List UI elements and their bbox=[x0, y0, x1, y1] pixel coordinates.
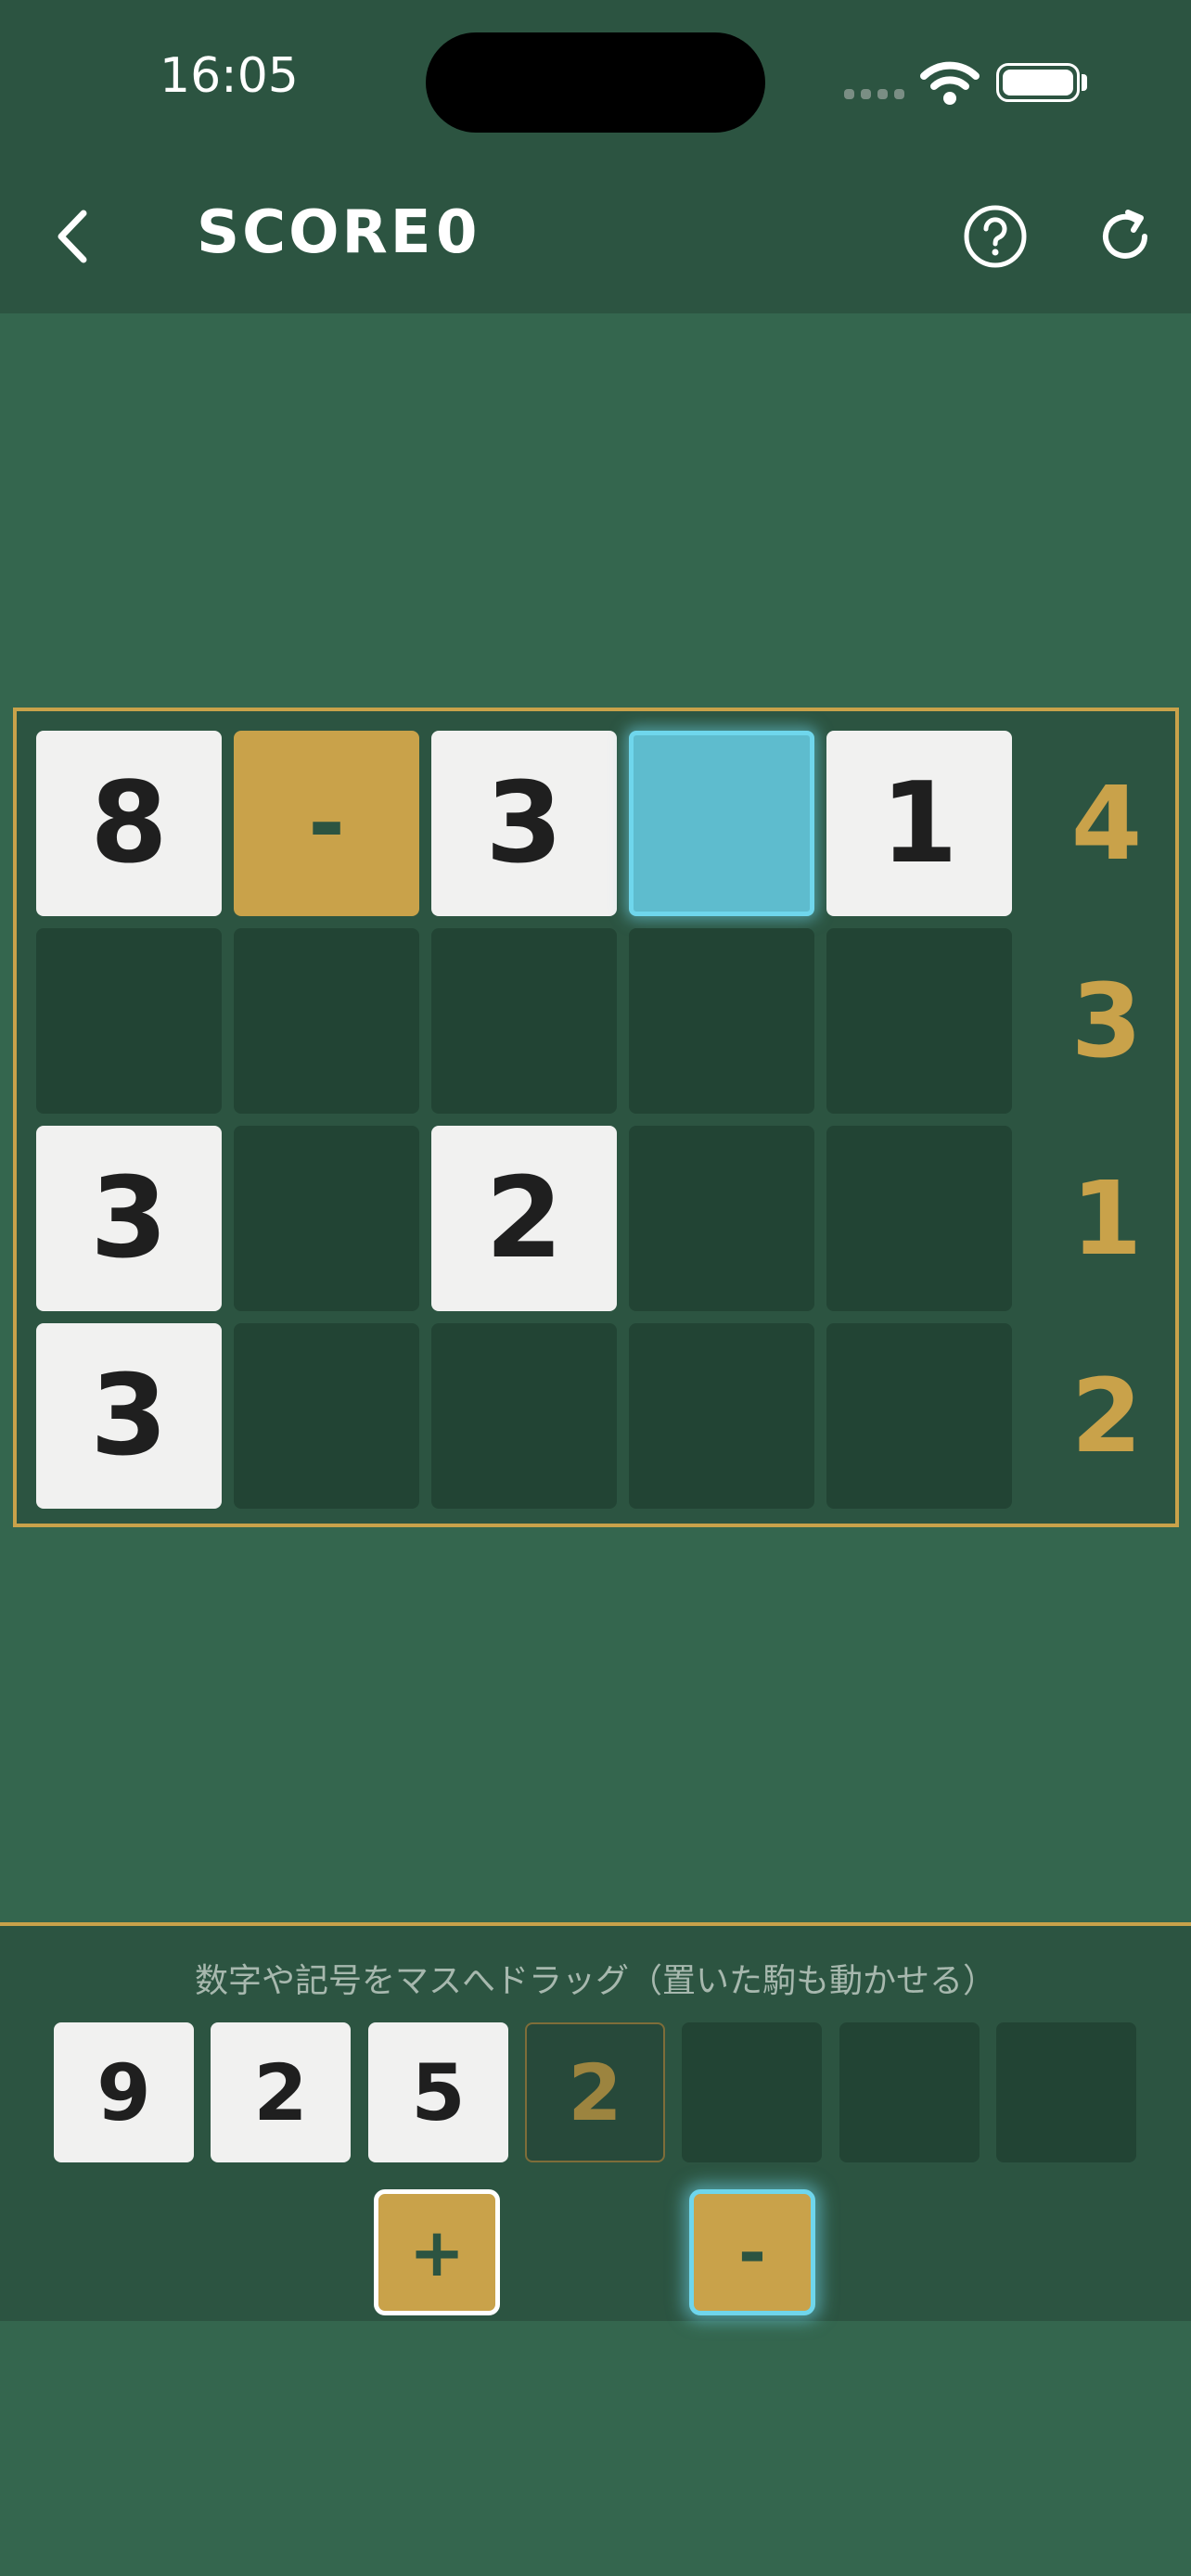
board-cell[interactable]: 2 bbox=[431, 1126, 617, 1311]
board-cell[interactable] bbox=[826, 1126, 1012, 1311]
drag-hint: 数字や記号をマスへドラッグ（置いた駒も動かせる） bbox=[194, 1962, 996, 2000]
board-cell[interactable] bbox=[234, 1323, 419, 1509]
row-target: 2 bbox=[1070, 1357, 1143, 1475]
board-cell[interactable] bbox=[629, 928, 814, 1114]
board-cell[interactable] bbox=[36, 928, 222, 1114]
back-button[interactable] bbox=[41, 204, 106, 269]
board-cell[interactable]: 1 bbox=[826, 731, 1012, 916]
minus-operator-tile[interactable]: - bbox=[689, 2189, 815, 2315]
row-target: 1 bbox=[1070, 1159, 1143, 1278]
board-cell[interactable]: 3 bbox=[36, 1323, 222, 1509]
battery-tip bbox=[1082, 74, 1087, 91]
status-time: 16:05 bbox=[160, 48, 299, 104]
board-cell[interactable]: 8 bbox=[36, 731, 222, 916]
status-bar: 16:05 bbox=[0, 0, 1191, 158]
row-target: 3 bbox=[1070, 962, 1143, 1080]
board-cell[interactable] bbox=[629, 1323, 814, 1509]
board-cell[interactable] bbox=[234, 1126, 419, 1311]
refresh-icon[interactable] bbox=[1091, 202, 1159, 271]
cellular-signal-icon bbox=[844, 89, 905, 100]
nav-bar: SCORE 0 bbox=[0, 158, 1191, 313]
board-cell[interactable] bbox=[431, 1323, 617, 1509]
number-tile[interactable]: 5 bbox=[368, 2022, 508, 2162]
game-board: 8 - 3 1 4 3 3 2 1 3 2 bbox=[13, 708, 1179, 1527]
tile-tray: 数字や記号をマスへドラッグ（置いた駒も動かせる） 9 2 5 2 + - bbox=[0, 1922, 1191, 2321]
board-cell-operator[interactable]: - bbox=[234, 731, 419, 916]
board-cell[interactable] bbox=[629, 1126, 814, 1311]
board-cell[interactable]: 3 bbox=[36, 1126, 222, 1311]
score-label: SCORE bbox=[197, 198, 434, 267]
battery-icon bbox=[996, 63, 1080, 102]
number-tile[interactable]: 2 bbox=[211, 2022, 351, 2162]
number-tile[interactable]: 9 bbox=[54, 2022, 194, 2162]
score-value: 0 bbox=[436, 198, 478, 267]
tile-slot-empty bbox=[682, 2022, 822, 2162]
tile-slot-empty bbox=[996, 2022, 1136, 2162]
row-target: 4 bbox=[1070, 764, 1143, 883]
dynamic-island bbox=[426, 32, 765, 133]
tile-slot-empty bbox=[839, 2022, 980, 2162]
board-cell[interactable] bbox=[826, 1323, 1012, 1509]
board-cell-selected[interactable] bbox=[629, 731, 814, 916]
board-cell[interactable] bbox=[431, 928, 617, 1114]
board-cell[interactable] bbox=[826, 928, 1012, 1114]
board-cell[interactable]: 3 bbox=[431, 731, 617, 916]
number-tile-used[interactable]: 2 bbox=[525, 2022, 665, 2162]
plus-operator-tile[interactable]: + bbox=[374, 2189, 500, 2315]
help-icon[interactable] bbox=[961, 202, 1030, 271]
board-cell[interactable] bbox=[234, 928, 419, 1114]
wifi-icon bbox=[920, 61, 980, 105]
